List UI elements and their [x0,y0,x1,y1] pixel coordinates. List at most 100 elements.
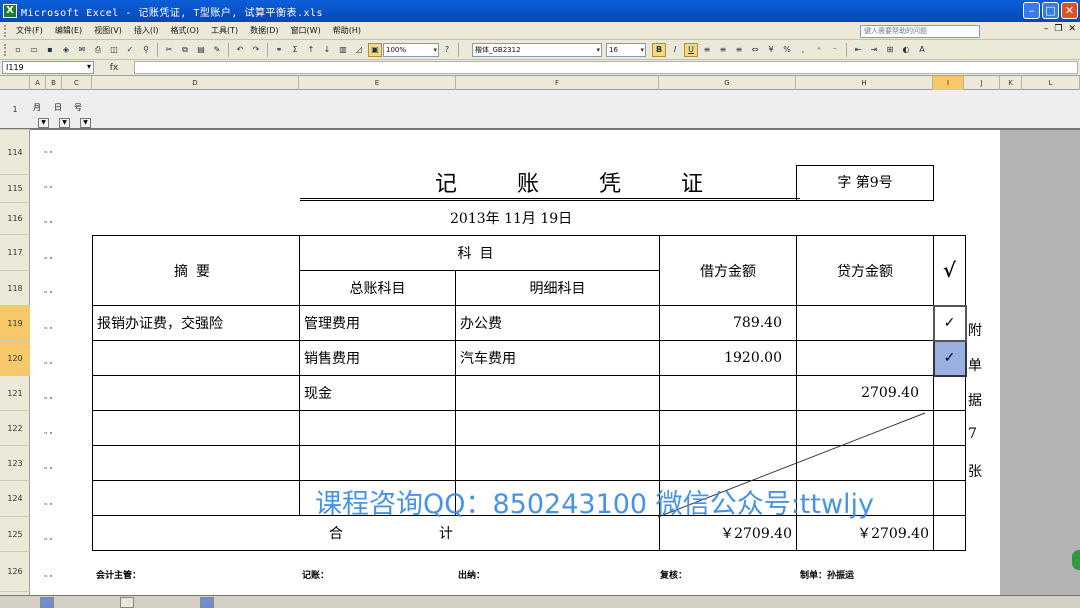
menu-data[interactable]: 数据(D) [244,25,284,36]
paste-icon[interactable]: ▤ [194,43,208,57]
row-header[interactable]: 120 [0,341,30,376]
row-header[interactable]: 115 [0,175,30,203]
column-k[interactable]: K [1000,76,1022,90]
column-d[interactable]: D [92,76,299,90]
worksheet[interactable]: " " " " " " " " " " " " " " " " " " " " … [30,130,1000,595]
row-header[interactable]: 124 [0,481,30,517]
row-header[interactable]: 117 [0,235,30,271]
row-header[interactable]: 118 [0,271,30,306]
close-button[interactable]: ✕ [1061,2,1078,19]
research-icon[interactable]: ⚲ [139,43,153,57]
row-headers: 114 115 116 117 118 119 120 121 122 123 … [0,130,30,595]
sheet-tab[interactable] [40,597,54,608]
maximize-button[interactable]: □ [1042,2,1059,19]
align-center-icon[interactable]: ≡ [716,43,730,57]
menu-format[interactable]: 格式(O) [164,25,205,36]
decrease-indent-icon[interactable]: ⇤ [851,43,865,57]
column-l[interactable]: L [1022,76,1080,90]
column-g[interactable]: G [659,76,796,90]
doc-minimize-icon[interactable]: – [1044,24,1049,34]
cut-icon[interactable]: ✂ [162,43,176,57]
autosum-icon[interactable]: Σ [288,43,302,57]
permission-icon[interactable]: ◈ [59,43,73,57]
column-e[interactable]: E [299,76,456,90]
column-b[interactable]: B [46,76,62,90]
fill-color-icon[interactable]: ◐ [899,43,913,57]
help-search-input[interactable]: 键入需要帮助的问题 [860,25,980,38]
font-size-select[interactable]: 16 [606,42,646,57]
font-select[interactable]: 楷体_GB2312 [472,42,602,57]
column-i[interactable]: I [933,76,964,90]
borders-icon[interactable]: ⊞ [883,43,897,57]
open-icon[interactable]: ▭ [27,43,41,57]
column-j[interactable]: J [964,76,1000,90]
filter-dropdown-icon[interactable]: ▼ [59,118,70,128]
row-header[interactable]: 121 [0,376,30,411]
increase-indent-icon[interactable]: ⇥ [867,43,881,57]
undo-icon[interactable]: ↶ [233,43,247,57]
sort-asc-icon[interactable]: ↑ [304,43,318,57]
row-header[interactable]: 126 [0,552,30,592]
chart-icon[interactable]: ▥ [336,43,350,57]
doc-close-icon[interactable]: ✕ [1068,24,1076,34]
comma-icon[interactable]: , [796,43,810,57]
drawing-icon[interactable]: ◿ [352,43,366,57]
redo-icon[interactable]: ↷ [249,43,263,57]
sheet-tab[interactable] [200,597,214,608]
menu-window[interactable]: 窗口(W) [285,25,327,36]
fx-icon[interactable]: fx [94,63,134,73]
column-h[interactable]: H [796,76,933,90]
menu-tools[interactable]: 工具(T) [205,25,244,36]
menu-insert[interactable]: 插入(I) [128,25,165,36]
column-a[interactable]: A [30,76,46,90]
sheet-tab[interactable] [120,597,134,608]
row-header[interactable]: 119 [0,306,30,341]
percent-icon[interactable]: % [780,43,794,57]
image-icon[interactable]: ▣ [368,42,382,57]
increase-decimal-icon[interactable]: ⁺ [812,43,826,57]
toolbar-grip [4,43,8,56]
row-header[interactable]: 125 [0,517,30,552]
sort-desc-icon[interactable]: ↓ [320,43,334,57]
filter-dropdown-icon[interactable]: ▼ [38,118,49,128]
filter-dropdown-icon[interactable]: ▼ [80,118,91,128]
currency-icon[interactable]: ¥ [764,43,778,57]
column-f[interactable]: F [456,76,659,90]
underline-button[interactable]: U [684,42,698,57]
bold-button[interactable]: B [652,42,666,57]
align-right-icon[interactable]: ≡ [732,43,746,57]
email-icon[interactable]: ✉ [75,43,89,57]
name-box[interactable]: I119 [2,61,94,74]
doc-restore-icon[interactable]: ❐ [1054,24,1062,34]
row-header[interactable]: 123 [0,446,30,481]
merge-center-icon[interactable]: ⇔ [748,43,762,57]
column-c[interactable]: C [62,76,92,90]
copy-icon[interactable]: ⧉ [178,43,192,57]
menu-help[interactable]: 帮助(H) [327,25,367,36]
align-left-icon[interactable]: ≡ [700,43,714,57]
help-icon[interactable]: ? [440,43,454,57]
menu-file[interactable]: 文件(F) [10,25,49,36]
floating-widget-icon[interactable] [1072,550,1080,570]
footer-cashier: 出纳： [458,571,486,581]
row-header[interactable]: 114 [0,130,30,175]
preview-icon[interactable]: ◫ [107,43,121,57]
row-header[interactable]: 116 [0,203,30,235]
minimize-button[interactable]: – [1023,2,1040,19]
new-icon[interactable]: ▫ [11,43,25,57]
decrease-decimal-icon[interactable]: ⁻ [828,43,842,57]
row-header-1[interactable]: 1 [0,90,30,130]
menu-view[interactable]: 视图(V) [88,25,128,36]
format-painter-icon[interactable]: ✎ [210,43,224,57]
spelling-icon[interactable]: ✓ [123,43,137,57]
select-all-corner[interactable] [0,76,30,90]
menu-edit[interactable]: 编辑(E) [49,25,88,36]
italic-button[interactable]: I [668,43,682,57]
zoom-select[interactable]: 100% [383,42,439,57]
print-icon[interactable]: ⎙ [91,43,105,57]
save-icon[interactable]: ▪ [43,43,57,57]
hyperlink-icon[interactable]: ⚭ [272,43,286,57]
font-color-icon[interactable]: A [915,43,929,57]
formula-input[interactable] [134,61,1078,74]
row-header[interactable]: 122 [0,411,30,446]
